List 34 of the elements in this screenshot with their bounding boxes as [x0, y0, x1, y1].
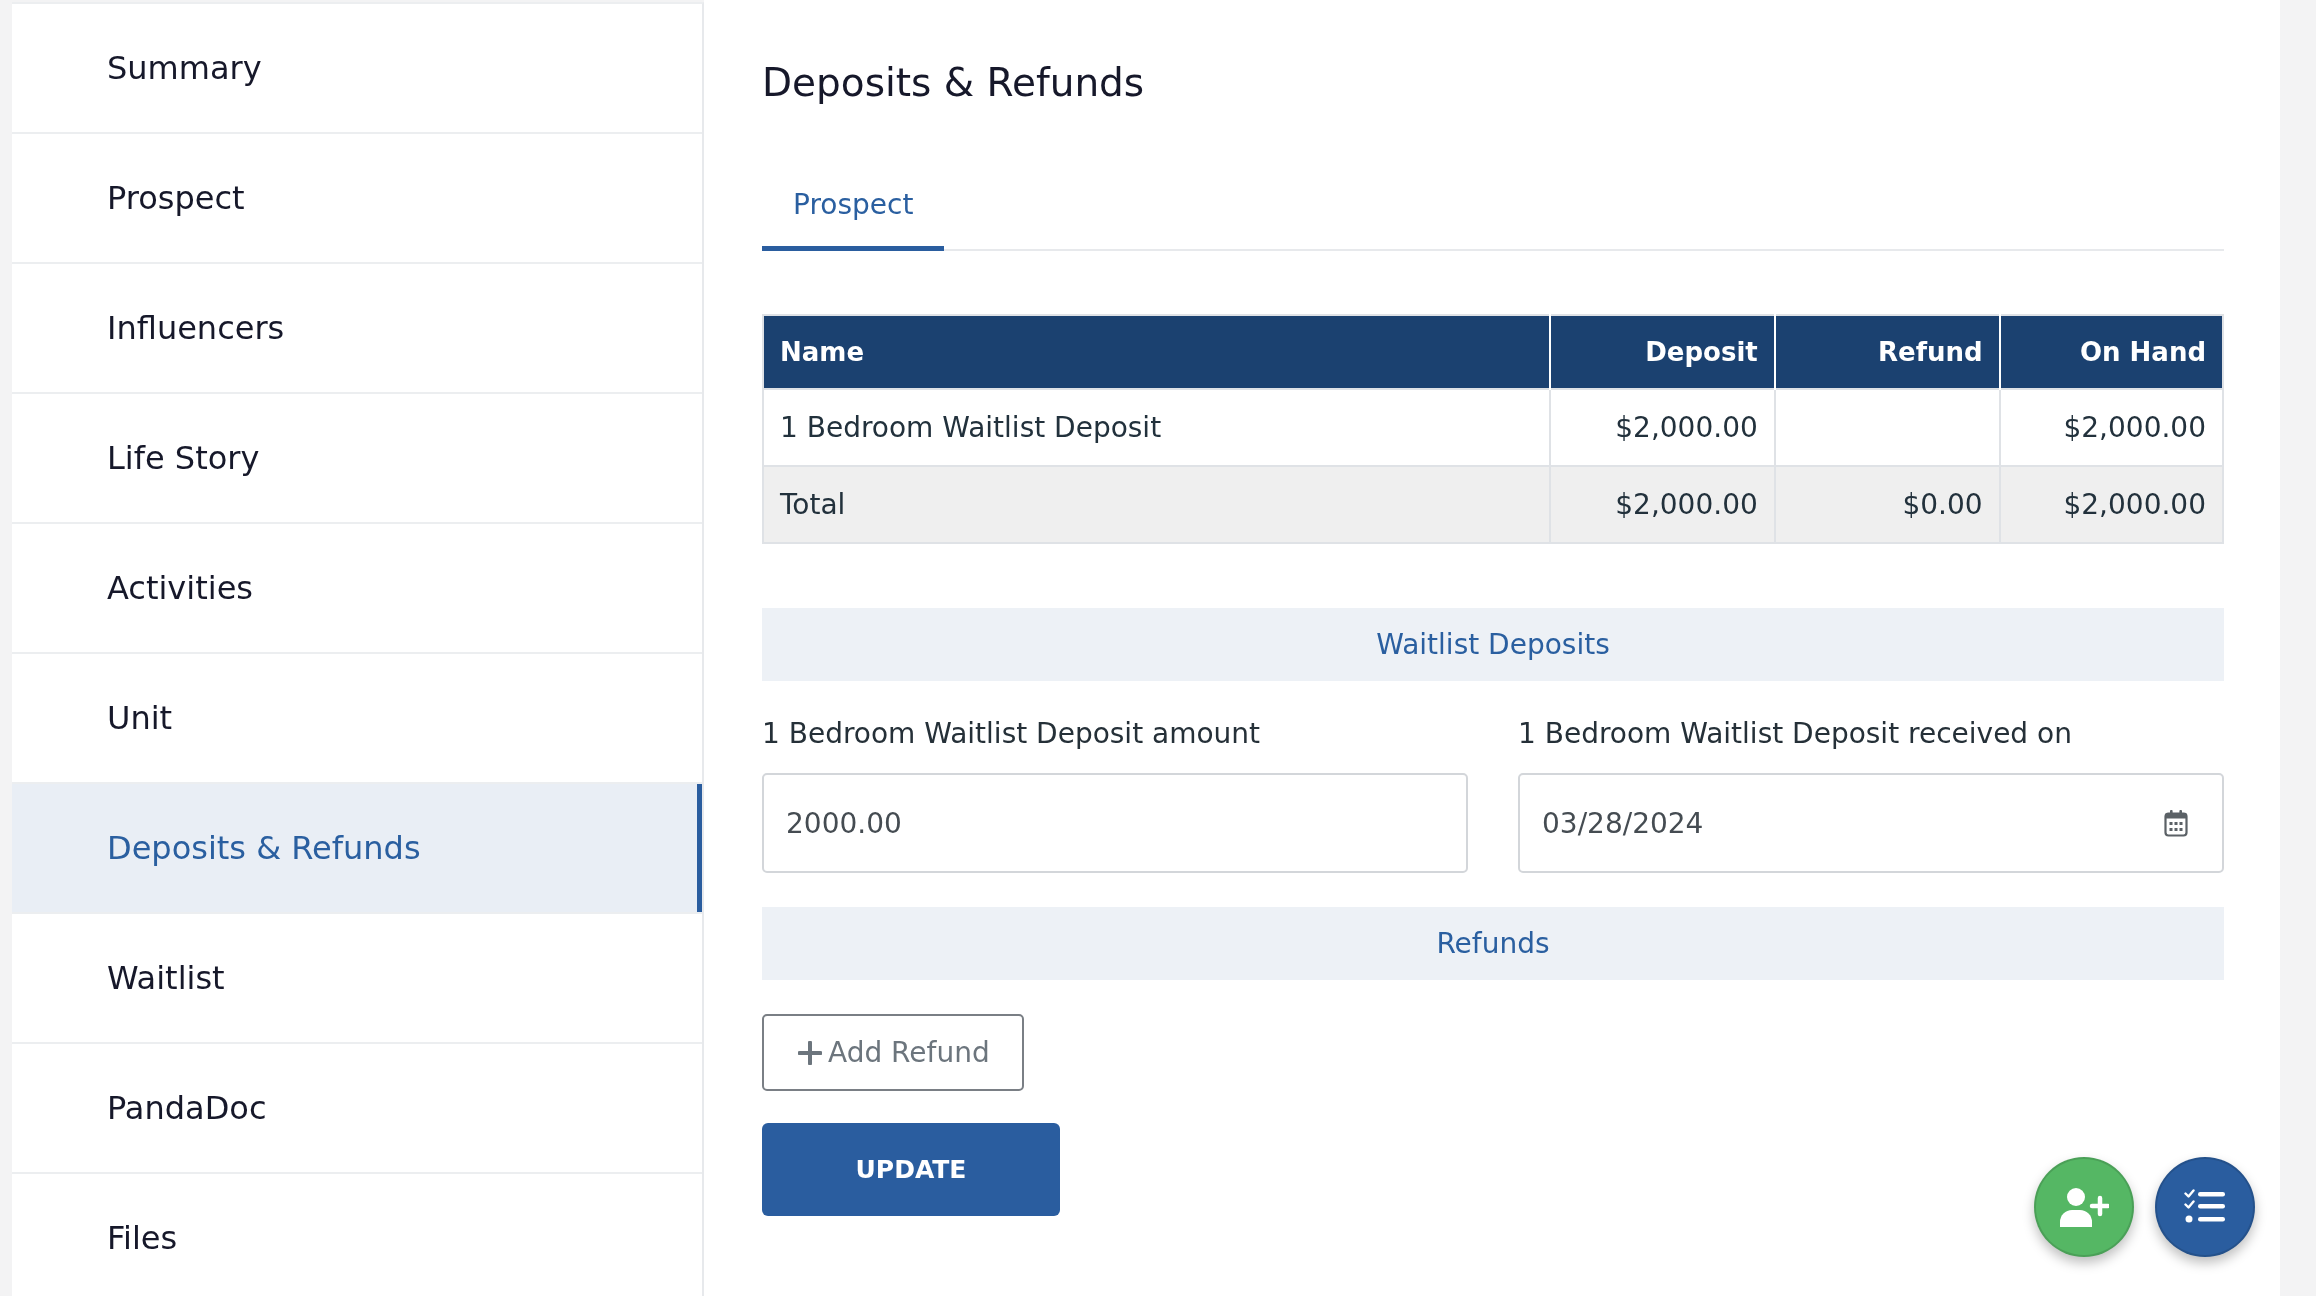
- date-field[interactable]: 03/28/2024: [1518, 773, 2224, 873]
- calendar-icon: [2164, 809, 2188, 837]
- person-plus-icon: [2059, 1187, 2109, 1227]
- field-label: 1 Bedroom Waitlist Deposit amount: [762, 717, 1262, 751]
- sidebar-item[interactable]: Files: [12, 1174, 702, 1296]
- sidebar-item[interactable]: Activities: [12, 524, 702, 654]
- checklist-icon: [2184, 1189, 2226, 1225]
- table-cell: $2,000.00: [1999, 389, 2223, 466]
- column-header: Refund: [1774, 315, 2000, 389]
- page-title: Deposits & Refunds: [762, 60, 1146, 106]
- column-header: Deposit: [1549, 315, 1775, 389]
- table-cell: $2,000.00: [1999, 466, 2223, 543]
- table-cell: $0.00: [1774, 466, 2000, 543]
- sidebar-item[interactable]: Life Story: [12, 394, 702, 524]
- tab[interactable]: Prospect: [762, 174, 945, 251]
- sidebar-item[interactable]: Summary: [12, 4, 702, 134]
- table-cell: Total: [763, 466, 1550, 543]
- sidebar-item[interactable]: Prospect: [12, 134, 702, 264]
- plus-icon: [798, 1040, 822, 1065]
- table-cell: 1 Bedroom Waitlist Deposit: [763, 389, 1550, 466]
- sidebar-item[interactable]: Deposits & Refunds: [12, 784, 702, 914]
- section-header: Refunds: [762, 907, 2224, 980]
- field-label: 1 Bedroom Waitlist Deposit received on: [1518, 717, 2073, 751]
- table-cell: $2,000.00: [1549, 466, 1775, 543]
- column-header: Name: [763, 315, 1550, 389]
- input-field[interactable]: 2000.00: [762, 773, 1468, 873]
- sidebar-item[interactable]: Influencers: [12, 264, 702, 394]
- column-header: On Hand: [1999, 315, 2223, 389]
- sidebar-item[interactable]: PandaDoc: [12, 1044, 702, 1174]
- table-cell: $2,000.00: [1549, 389, 1775, 466]
- section-header: Waitlist Deposits: [762, 608, 2224, 681]
- update-button[interactable]: UPDATE: [762, 1123, 1060, 1216]
- sidebar-item[interactable]: Waitlist: [12, 914, 702, 1044]
- add-refund-button[interactable]: Add Refund: [762, 1014, 1024, 1091]
